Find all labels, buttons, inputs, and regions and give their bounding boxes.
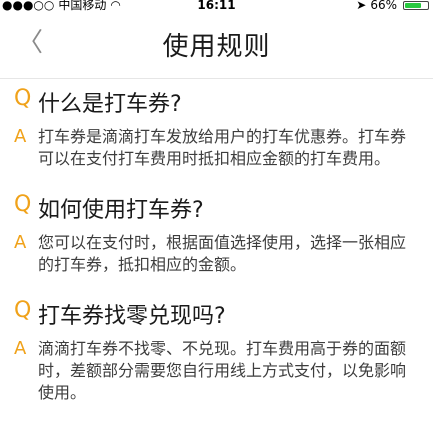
faq-answer: A 打车券是滴滴打车发放给用户的打车优惠券。打车券可以在支付打车费用时抵扣相应金… <box>14 126 415 170</box>
faq-item: Q 如何使用打车券? A 您可以在支付时，根据面值选择使用，选择一张相应的打车券… <box>0 192 433 276</box>
battery-percent: 66% <box>370 0 397 12</box>
question-text: 打车券找零兑现吗? <box>38 304 226 329</box>
answer-text: 您可以在支付时，根据面值选择使用，选择一张相应的打车券，抵扣相应的金额。 <box>38 233 407 274</box>
faq-question: Q 打车券找零兑现吗? <box>14 298 415 330</box>
location-icon: ➤ <box>356 0 367 12</box>
faq-list: Q 什么是打车券? A 打车券是滴滴打车发放给用户的打车优惠券。打车券可以在支付… <box>0 86 433 426</box>
status-bar: ●●●○○ 中国移动 ◠ 16:11 ➤ 66% <box>0 0 433 14</box>
faq-item: Q 打车券找零兑现吗? A 滴滴打车券不找零、不兑现。打车费用高于券的面额时，差… <box>0 298 433 404</box>
answer-mark: A <box>14 232 27 253</box>
battery-icon <box>403 0 429 10</box>
answer-mark: A <box>14 338 27 359</box>
nav-bar: 〈 使用规则 <box>0 14 433 79</box>
question-text: 如何使用打车券? <box>38 198 204 223</box>
faq-answer: A 滴滴打车券不找零、不兑现。打车费用高于券的面额时，差额部分需要您自行用线上方… <box>14 338 415 404</box>
answer-mark: A <box>14 126 27 147</box>
faq-question: Q 如何使用打车券? <box>14 192 415 224</box>
question-mark: Q <box>14 86 32 111</box>
question-mark: Q <box>14 192 32 217</box>
battery-fill <box>405 2 421 8</box>
answer-text: 打车券是滴滴打车发放给用户的打车优惠券。打车券可以在支付打车费用时抵扣相应金额的… <box>38 127 407 168</box>
question-text: 什么是打车券? <box>38 92 182 117</box>
faq-question: Q 什么是打车券? <box>14 86 415 118</box>
faq-item: Q 什么是打车券? A 打车券是滴滴打车发放给用户的打车优惠券。打车券可以在支付… <box>0 86 433 170</box>
faq-answer: A 您可以在支付时，根据面值选择使用，选择一张相应的打车券，抵扣相应的金额。 <box>14 232 415 276</box>
answer-text: 滴滴打车券不找零、不兑现。打车费用高于券的面额时，差额部分需要您自行用线上方式支… <box>38 339 407 402</box>
question-mark: Q <box>14 298 32 323</box>
page-title: 使用规则 <box>162 32 271 62</box>
status-right: ➤ 66% <box>356 0 429 12</box>
